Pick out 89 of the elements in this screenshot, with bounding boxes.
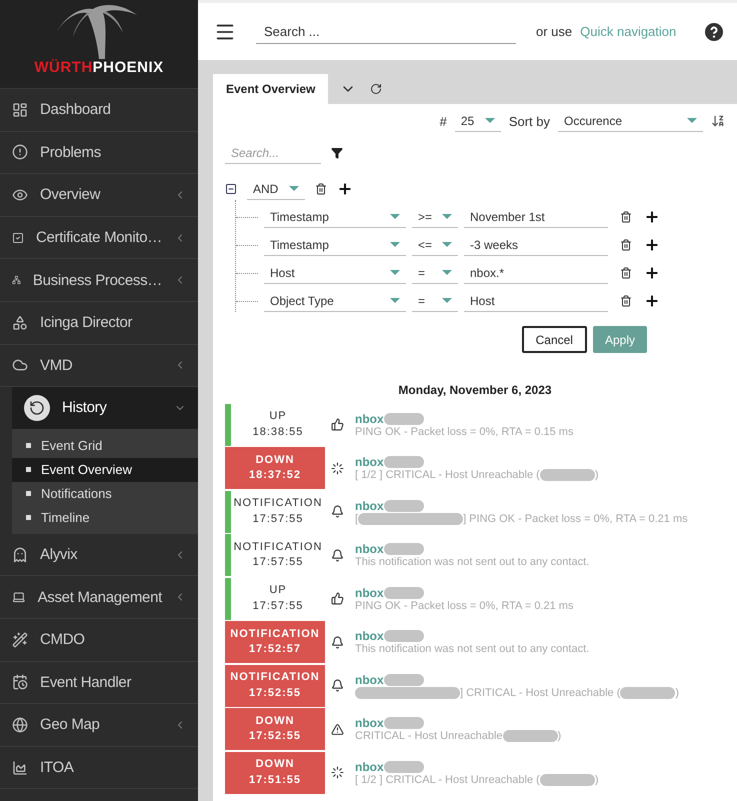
submenu-item[interactable]: Event Grid [12,434,198,458]
cancel-button[interactable]: Cancel [522,326,587,353]
spinner-icon [330,462,344,475]
warning-icon [330,722,344,736]
filter-icon[interactable] [331,147,343,159]
globe-icon [12,716,28,733]
spinner-icon [330,766,344,780]
refresh-icon[interactable] [370,83,382,95]
field-select[interactable]: Object Type [264,290,406,312]
trash-icon[interactable] [620,239,632,251]
sort-by-label: Sort by [508,114,550,128]
submenu-item[interactable]: Event Overview [12,458,198,482]
submenu-item[interactable]: Timeline [12,506,198,530]
operator-select[interactable]: = [412,290,458,312]
sort-order-icon[interactable] [711,114,725,128]
thumbs-up-icon [330,592,344,606]
event-status: DOWN 17:52:55 [225,708,325,750]
event-message: ] PING OK - Packet loss = 0%, RTA = 0.21 ms [463,512,688,525]
date-heading: Monday, November 6, 2023 [397,383,553,397]
redaction-blob [384,630,424,642]
submenu-item[interactable]: Notifications [12,482,198,506]
eye-icon [12,186,28,203]
chart-icon [12,760,28,776]
field-select[interactable]: Timestamp [264,206,406,228]
operator-select[interactable]: AND [247,178,305,200]
event-message: [ 1/2 ] CRITICAL - Host Unreachable ( [355,469,540,482]
redaction-blob [384,543,424,556]
sidebar-item[interactable]: History [12,387,198,430]
limit-select[interactable]: 25 [454,110,501,132]
collapse-icon[interactable] [225,183,237,195]
trash-icon[interactable] [315,183,327,195]
alert-icon [12,144,28,160]
redaction-blob [540,469,595,482]
redaction-blob [620,686,676,699]
event-message: CRITICAL - Host Unreachable [355,730,503,742]
event-status: DOWN 17:51:55 [225,752,325,794]
plus-icon[interactable] [644,293,660,309]
event-message: ) [558,730,562,742]
redaction-blob [384,412,424,425]
operator-select[interactable]: <= [412,234,458,256]
field-select[interactable]: Timestamp [264,234,406,256]
bell-icon [330,636,344,649]
redaction-blob [384,717,424,730]
field-select[interactable]: Host [264,262,406,284]
event-message: This notification was not sent out to any contact. [355,643,590,656]
redaction-blob [502,730,558,742]
shapes-icon [12,314,28,331]
plus-icon[interactable] [644,209,660,225]
logo-text: PHOENIX [92,59,164,76]
redaction-blob [384,456,424,468]
plus-icon[interactable] [337,181,353,197]
event-message: [ 1/2 ] CRITICAL - Host Unreachable ( [355,774,540,786]
bell-icon [330,679,344,692]
ghost-icon [12,546,28,563]
redaction-blob [540,774,595,786]
event-message: This notification was not sent out to any contact. [355,556,590,568]
cloud-icon [12,357,28,374]
logo-text: WÜRTH [34,59,93,76]
thumbs-up-icon [330,418,344,432]
help-icon[interactable] [705,22,723,40]
plus-icon[interactable] [644,265,660,281]
trash-icon[interactable] [620,267,632,279]
calendar-icon [12,674,28,690]
wand-icon [12,632,28,648]
redaction-blob [384,760,424,773]
trash-icon[interactable] [620,211,632,223]
bell-icon [330,505,344,518]
trash-icon[interactable] [620,295,632,307]
history-icon [24,394,50,421]
redaction-blob [384,586,424,599]
event-message: PING OK - Packet loss = 0%, RTA = 0.15 ms [355,426,574,438]
limit-label: # [440,114,447,128]
or-use-label: or use [536,24,572,39]
event-status: NOTIFICATION 17:52:55 [225,664,325,707]
event-message: ) [594,774,598,786]
event-message: ] CRITICAL - Host Unreachable ( [460,686,620,699]
event-message: PING OK - Packet loss = 0%, RTA = 0.21 ms [355,600,574,612]
dashboard-icon [12,102,28,118]
event-message: ) [675,686,680,699]
operator-select[interactable]: = [412,262,458,284]
event-status: NOTIFICATION 17:52:57 [225,621,325,664]
plus-icon[interactable] [644,237,660,253]
event-message: [ [355,512,358,525]
event-status: DOWN 18:37:52 [225,447,325,490]
sort-select[interactable]: Occurence [558,110,703,132]
bell-icon [330,548,344,562]
operator-select[interactable]: >= [412,206,458,228]
event-message: ) [594,469,598,482]
tab[interactable]: Event Overview [213,74,328,104]
